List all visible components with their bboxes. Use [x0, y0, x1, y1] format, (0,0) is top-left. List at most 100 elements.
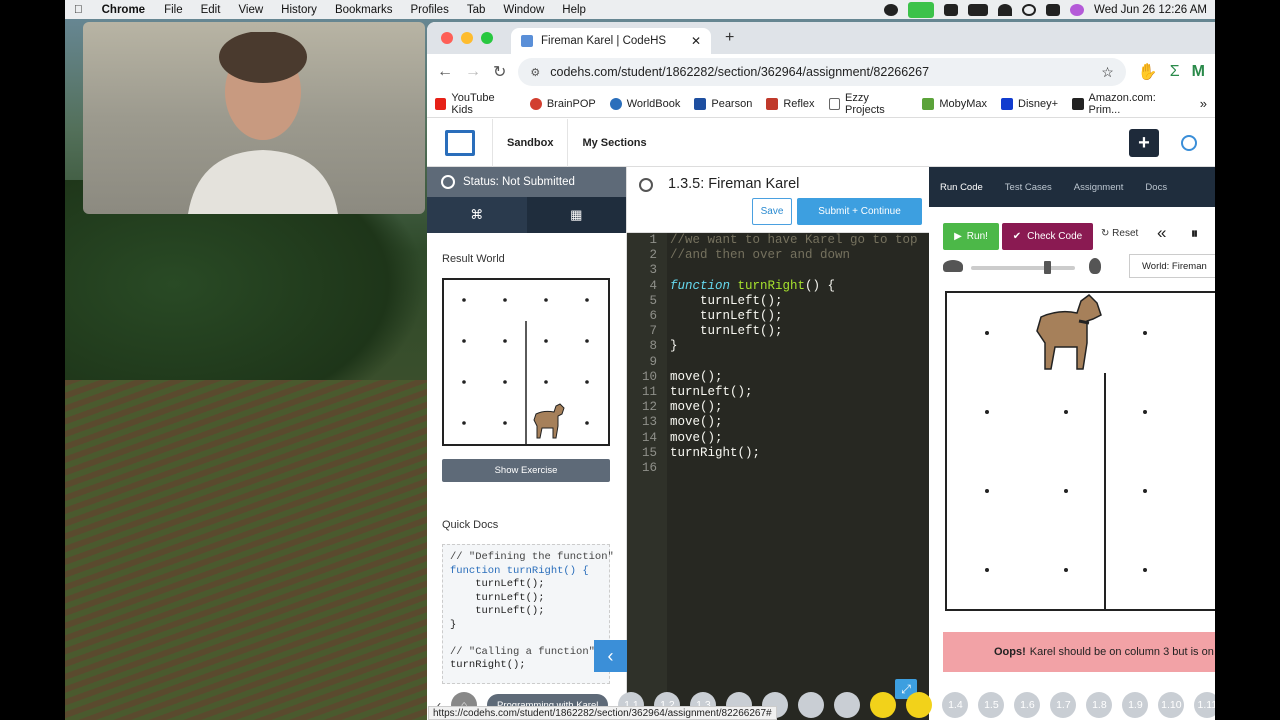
bookmark-amazon[interactable]: Amazon.com: Prim...: [1072, 92, 1186, 116]
menu-tab[interactable]: Tab: [458, 4, 495, 16]
code-line[interactable]: turnRight();: [670, 446, 918, 461]
bookmark-brainpop[interactable]: BrainPOP: [529, 97, 596, 110]
check-code-button[interactable]: ✔ Check Code: [1002, 223, 1093, 250]
course-chip[interactable]: 1.4: [942, 692, 969, 718]
speed-slider-knob[interactable]: [1043, 261, 1051, 274]
code-editor[interactable]: 1 2 3 4 5 6 7 8 9 10 11 12 13 14 15 16 //we want to hav…: [627, 233, 929, 720]
bookmark-pearson[interactable]: Pearson: [694, 97, 752, 110]
extension-sigma-icon[interactable]: Σ: [1170, 63, 1180, 81]
forward-icon[interactable]: →: [465, 63, 481, 81]
bookmark-reflex[interactable]: Reflex: [766, 97, 815, 110]
code-line[interactable]: //and then over and down: [670, 248, 918, 263]
bookmark-star-icon[interactable]: ☆: [1101, 64, 1114, 81]
world-select[interactable]: World: Fireman: [1129, 254, 1215, 278]
tab-run-code[interactable]: Run Code: [929, 182, 994, 193]
address-bar[interactable]: ⚙ codehs.com/student/1862282/section/362…: [518, 58, 1126, 86]
menu-profiles[interactable]: Profiles: [401, 4, 457, 16]
course-chip[interactable]: 1.6: [1014, 692, 1041, 718]
course-chip[interactable]: [798, 692, 825, 718]
browser-tab[interactable]: Fireman Karel | CodeHS ✕: [511, 28, 711, 54]
zoom-window-icon[interactable]: [481, 32, 493, 44]
control-center-icon[interactable]: [1046, 3, 1061, 16]
nav-sandbox[interactable]: Sandbox: [493, 118, 569, 167]
site-info-icon[interactable]: ⚙: [530, 66, 540, 79]
bookmark-ezzy-projects[interactable]: Ezzy Projects: [828, 92, 909, 116]
create-plus-button[interactable]: +: [1129, 129, 1159, 157]
back-icon[interactable]: ←: [437, 63, 453, 81]
bookmark-disney-plus[interactable]: Disney+: [1001, 97, 1058, 110]
save-button[interactable]: Save: [752, 198, 792, 225]
collapse-panel-button[interactable]: ‹: [594, 640, 627, 672]
rewind-icon[interactable]: «: [1157, 223, 1166, 243]
menubar-app-name[interactable]: Chrome: [92, 4, 155, 16]
code-line[interactable]: turnLeft();: [670, 385, 918, 400]
settings-gear-icon[interactable]: [639, 178, 653, 192]
code-line[interactable]: move();: [670, 400, 918, 415]
code-line[interactable]: //we want to have Karel go to top: [670, 233, 918, 248]
more-bookmarks-icon[interactable]: »: [1200, 96, 1207, 111]
codehs-logo-icon[interactable]: [427, 118, 493, 167]
menu-edit[interactable]: Edit: [192, 4, 230, 16]
code-line[interactable]: move();: [670, 415, 918, 430]
code-line[interactable]: move();: [670, 431, 918, 446]
siri-icon[interactable]: [1070, 3, 1085, 16]
code-line[interactable]: function turnRight() {: [670, 279, 918, 294]
battery-icon[interactable]: [968, 3, 989, 16]
tab-test-cases[interactable]: Test Cases: [994, 182, 1063, 193]
calendar-tab-icon[interactable]: ▦: [527, 197, 627, 233]
facetime-icon[interactable]: [908, 1, 935, 18]
code-line[interactable]: turnLeft();: [670, 324, 918, 339]
menu-view[interactable]: View: [229, 4, 272, 16]
display-icon[interactable]: [944, 3, 959, 16]
code-line[interactable]: [670, 461, 918, 476]
tab-assignment[interactable]: Assignment: [1063, 182, 1135, 193]
submit-continue-button[interactable]: Submit + Continue: [797, 198, 922, 225]
code-line[interactable]: turnLeft();: [670, 309, 918, 324]
course-chip[interactable]: 1.10: [1158, 692, 1185, 718]
pause-icon[interactable]: ⏸: [1191, 225, 1198, 242]
wifi-icon[interactable]: [998, 3, 1013, 16]
menu-file[interactable]: File: [155, 4, 192, 16]
extension-hand-icon[interactable]: ✋: [1138, 62, 1158, 82]
menu-bookmarks[interactable]: Bookmarks: [326, 4, 402, 16]
close-tab-icon[interactable]: ✕: [691, 34, 701, 48]
bookmark-youtube-kids[interactable]: YouTube Kids: [435, 92, 516, 116]
course-chip[interactable]: 1.8: [1086, 692, 1113, 718]
code-text[interactable]: //we want to have Karel go to top//and t…: [670, 233, 918, 476]
reload-icon[interactable]: ↻: [493, 62, 506, 82]
course-chip[interactable]: 1.11: [1194, 692, 1215, 718]
line-number: 2: [649, 248, 657, 263]
show-exercise-button[interactable]: Show Exercise: [442, 459, 610, 482]
reset-button[interactable]: ↻ Reset: [1101, 228, 1138, 239]
course-chip[interactable]: [906, 692, 933, 718]
close-window-icon[interactable]: [441, 32, 453, 44]
spotlight-icon[interactable]: [1022, 3, 1037, 16]
menu-history[interactable]: History: [272, 4, 326, 16]
course-chip[interactable]: 1.9: [1122, 692, 1149, 718]
menu-window[interactable]: Window: [494, 4, 553, 16]
speed-slider[interactable]: [971, 261, 1075, 274]
play-circle-icon[interactable]: [1181, 135, 1197, 151]
new-tab-icon[interactable]: +: [725, 29, 734, 47]
course-chip[interactable]: [834, 692, 861, 718]
apple-menu-icon[interactable]: : [65, 4, 92, 16]
code-line[interactable]: }: [670, 339, 918, 354]
bookmark-mobymax[interactable]: MobyMax: [922, 97, 987, 110]
extension-m-icon[interactable]: M: [1192, 63, 1205, 81]
code-line[interactable]: [670, 355, 918, 370]
tab-docs[interactable]: Docs: [1134, 182, 1178, 193]
minimize-window-icon[interactable]: [461, 32, 473, 44]
map-tab-icon[interactable]: ⌘: [427, 197, 527, 233]
menubar-clock[interactable]: Wed Jun 26 12:26 AM: [1094, 4, 1207, 16]
record-icon[interactable]: [884, 3, 899, 16]
course-chip[interactable]: 1.5: [978, 692, 1005, 718]
code-line[interactable]: [670, 263, 918, 278]
code-line[interactable]: turnLeft();: [670, 294, 918, 309]
course-chip[interactable]: [870, 692, 897, 718]
nav-my-sections[interactable]: My Sections: [568, 119, 660, 167]
bookmark-worldbook[interactable]: WorldBook: [609, 97, 680, 110]
run-button[interactable]: ▶ Run!: [943, 223, 999, 250]
course-chip[interactable]: 1.7: [1050, 692, 1077, 718]
menu-help[interactable]: Help: [553, 4, 595, 16]
code-line[interactable]: move();: [670, 370, 918, 385]
